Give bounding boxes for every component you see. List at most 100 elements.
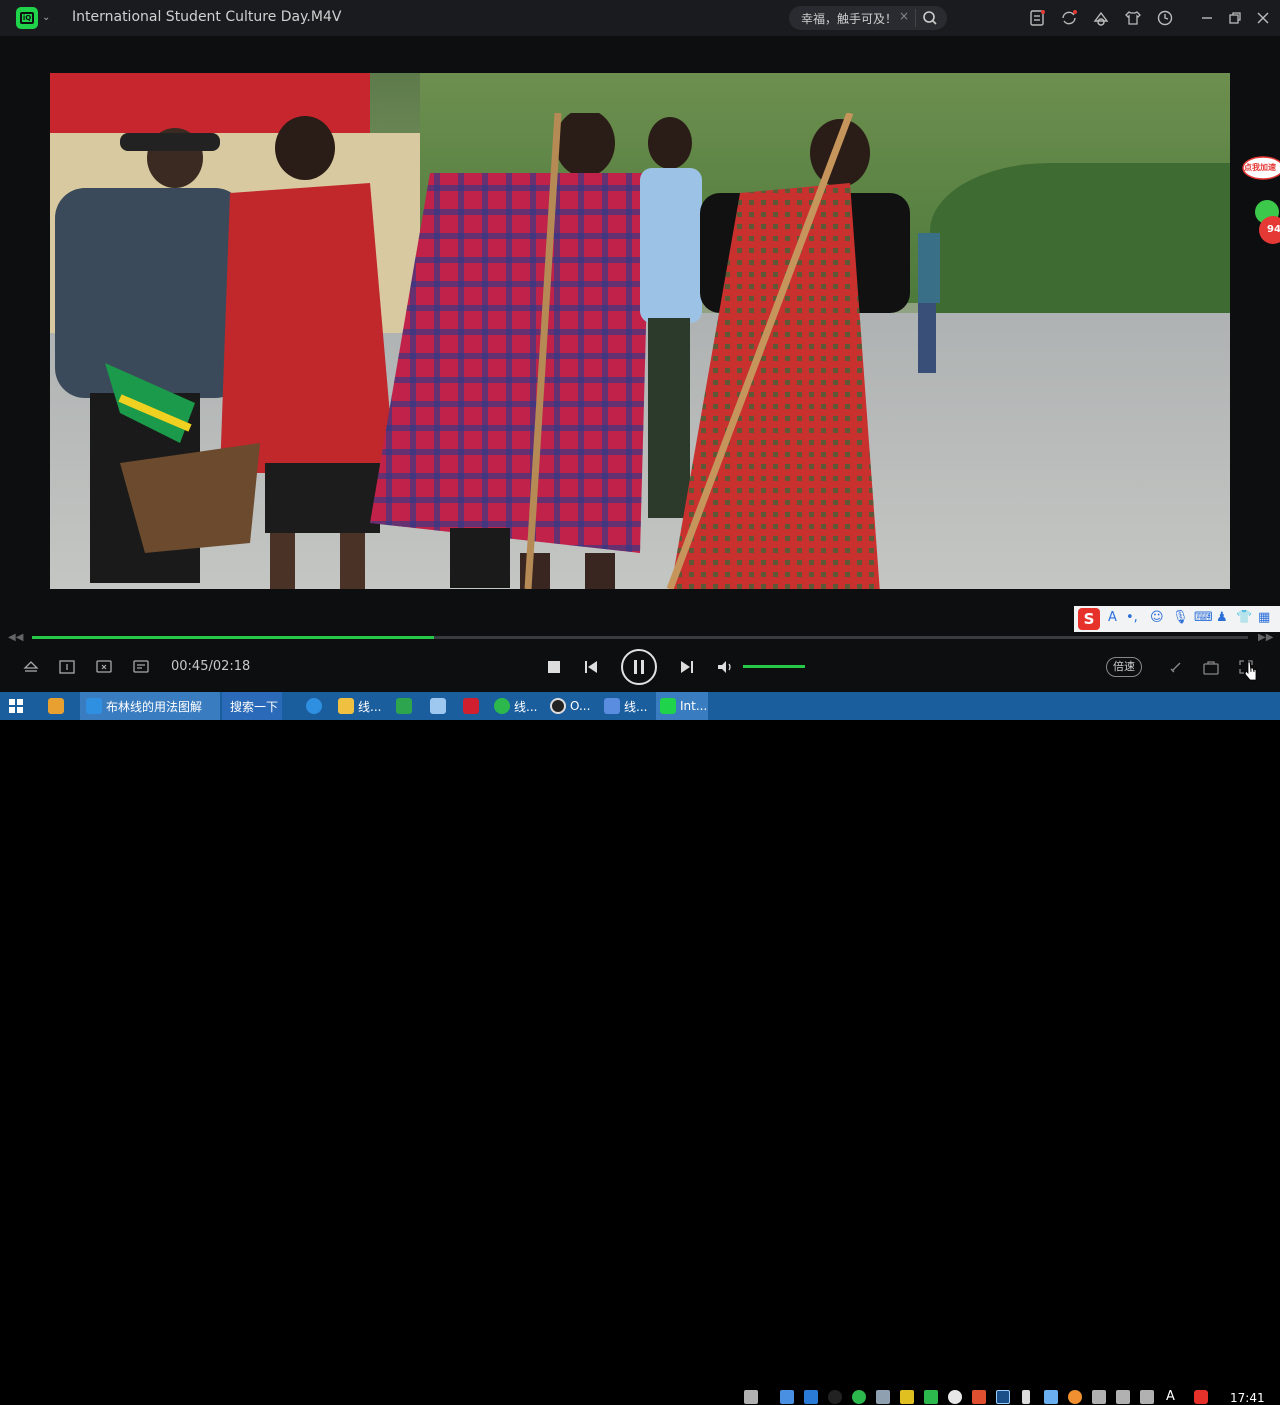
ime-toolbar: S A •, ☺ 🎙 ⌨ ♟ 👕 ▦ bbox=[1074, 606, 1280, 632]
volume-slider[interactable] bbox=[743, 665, 805, 668]
wechat-tray-icon[interactable] bbox=[852, 1390, 866, 1404]
restore-icon[interactable] bbox=[1226, 9, 1244, 27]
seek-forward-icon[interactable]: ▶▶ bbox=[1258, 632, 1273, 643]
iqiyi-icon bbox=[660, 698, 676, 714]
accelerate-widget[interactable]: 点我加速 94 bbox=[1233, 152, 1280, 252]
skin-icon[interactable] bbox=[1092, 9, 1110, 27]
taskbar-app-label: 布林线的用法图解 bbox=[106, 699, 203, 714]
windows-logo-icon bbox=[9, 699, 23, 713]
taskbar-pinned-app[interactable] bbox=[396, 692, 420, 720]
sync-icon[interactable] bbox=[1060, 9, 1078, 27]
taskbar-app-browser[interactable]: 布林线的用法图解 bbox=[80, 692, 220, 720]
search-box[interactable]: 幸福，触手可及！ × bbox=[789, 6, 947, 30]
game-tray-icon[interactable] bbox=[900, 1390, 914, 1404]
pause-button[interactable] bbox=[621, 649, 657, 685]
wechat-icon bbox=[494, 698, 510, 714]
toolbox-icon[interactable] bbox=[1201, 657, 1221, 677]
taskbar-pinned-app[interactable] bbox=[306, 692, 330, 720]
close-icon[interactable] bbox=[1254, 9, 1272, 27]
battery-icon[interactable] bbox=[1022, 1390, 1030, 1404]
ime-mode-tray-icon[interactable]: A bbox=[1166, 1390, 1180, 1404]
cube-tray-icon[interactable] bbox=[804, 1390, 818, 1404]
folder-icon bbox=[338, 698, 354, 714]
accelerate-count: 94 bbox=[1267, 224, 1280, 235]
taskbar-app-obs[interactable]: O... bbox=[546, 692, 596, 720]
update-tray-icon[interactable] bbox=[1068, 1390, 1082, 1404]
eject-icon[interactable] bbox=[21, 657, 41, 677]
shirt-icon[interactable] bbox=[1124, 9, 1142, 27]
network-icon[interactable] bbox=[1116, 1390, 1130, 1404]
app-logo-icon[interactable]: iQ bbox=[16, 7, 38, 29]
sogou-logo-icon[interactable]: S bbox=[1078, 608, 1100, 630]
obs-tray-icon[interactable] bbox=[828, 1390, 842, 1404]
volume-tray-icon[interactable] bbox=[1092, 1390, 1106, 1404]
stop-icon[interactable] bbox=[544, 657, 564, 677]
taskbar-search[interactable]: 搜索一下 bbox=[222, 692, 282, 720]
grid-icon[interactable]: ▦ bbox=[1258, 610, 1270, 625]
volume-icon[interactable] bbox=[715, 657, 735, 677]
emoji-icon[interactable]: ☺ bbox=[1150, 610, 1164, 625]
calendar-icon bbox=[396, 698, 412, 714]
ime-mode[interactable]: A bbox=[1108, 610, 1117, 625]
playback-time: 00:45/02:18 bbox=[171, 659, 251, 674]
store-icon bbox=[48, 698, 64, 714]
taskbar-app-wechat[interactable]: 线... bbox=[490, 692, 542, 720]
user-icon[interactable]: ♟ bbox=[1216, 610, 1228, 625]
start-button[interactable] bbox=[8, 692, 32, 720]
shield-tray-icon[interactable] bbox=[924, 1390, 938, 1404]
video-people bbox=[55, 113, 940, 589]
history-icon[interactable] bbox=[1156, 9, 1174, 27]
sogou-tray-icon[interactable] bbox=[1194, 1390, 1208, 1404]
search-button[interactable] bbox=[915, 9, 943, 27]
chevron-down-icon[interactable]: ⌄ bbox=[42, 12, 52, 23]
taskbar-pinned-app[interactable] bbox=[463, 692, 487, 720]
windows-taskbar: 布林线的用法图解 搜索一下 线... 线... O... 线... Int... bbox=[0, 692, 1280, 1405]
link-icon[interactable] bbox=[1166, 657, 1186, 677]
video-frame[interactable] bbox=[50, 73, 1230, 589]
previous-icon[interactable] bbox=[581, 657, 601, 677]
minimize-icon[interactable] bbox=[1198, 9, 1216, 27]
compass-tray-icon[interactable] bbox=[948, 1390, 962, 1404]
next-icon[interactable] bbox=[677, 657, 697, 677]
taskbar-app-iqiyi[interactable]: Int... bbox=[656, 692, 708, 720]
taskbar-app-label: 线... bbox=[358, 699, 382, 714]
title-bar: iQ ⌄ International Student Culture Day.M… bbox=[0, 0, 1280, 36]
pin-tray-icon[interactable] bbox=[780, 1390, 794, 1404]
clipboard-icon[interactable] bbox=[1028, 9, 1046, 27]
search-clear-button[interactable]: × bbox=[899, 9, 909, 23]
ie-icon bbox=[86, 698, 102, 714]
subtitle-icon[interactable] bbox=[57, 657, 77, 677]
monitor-icon bbox=[430, 698, 446, 714]
clock[interactable]: 17:41 bbox=[1230, 1391, 1265, 1405]
danmaku-icon[interactable] bbox=[131, 657, 151, 677]
obs-icon bbox=[550, 698, 566, 714]
pause-icon bbox=[634, 660, 644, 674]
paint-icon bbox=[604, 698, 620, 714]
taskbar-pinned-app[interactable] bbox=[430, 692, 454, 720]
device-tray-icon[interactable] bbox=[876, 1390, 890, 1404]
ime-punctuation[interactable]: •, bbox=[1126, 610, 1138, 625]
progress-bar[interactable] bbox=[32, 636, 1248, 639]
video-player-window: iQ ⌄ International Student Culture Day.M… bbox=[0, 0, 1280, 692]
display-tray-icon[interactable] bbox=[1044, 1390, 1058, 1404]
taskbar-app-label: Int... bbox=[680, 699, 708, 713]
taskbar-app-label: 线... bbox=[514, 699, 538, 714]
keyboard-icon[interactable]: ⌨ bbox=[1194, 610, 1213, 625]
bluetooth-icon[interactable] bbox=[996, 1390, 1010, 1404]
search-input[interactable]: 幸福，触手可及！ bbox=[801, 10, 897, 27]
keyboard-tray-icon[interactable] bbox=[744, 1390, 758, 1404]
microphone-icon[interactable]: 🎙 bbox=[1172, 610, 1189, 625]
window-title: International Student Culture Day.M4V bbox=[72, 9, 342, 25]
search-icon bbox=[923, 11, 937, 25]
speed-button[interactable]: 倍速 bbox=[1106, 657, 1142, 677]
shirt-icon[interactable]: 👕 bbox=[1236, 610, 1252, 625]
edge-icon bbox=[306, 698, 322, 714]
notification-icon[interactable] bbox=[1140, 1390, 1154, 1404]
taskbar-app-label: O... bbox=[570, 699, 591, 713]
speaker-tray-icon[interactable] bbox=[972, 1390, 986, 1404]
screenshot-icon[interactable] bbox=[94, 657, 114, 677]
seek-back-icon[interactable]: ◀◀ bbox=[8, 632, 23, 643]
taskbar-pinned-app[interactable] bbox=[48, 692, 72, 720]
taskbar-app-folder[interactable]: 线... bbox=[334, 692, 388, 720]
taskbar-app-paint[interactable]: 线... bbox=[600, 692, 652, 720]
